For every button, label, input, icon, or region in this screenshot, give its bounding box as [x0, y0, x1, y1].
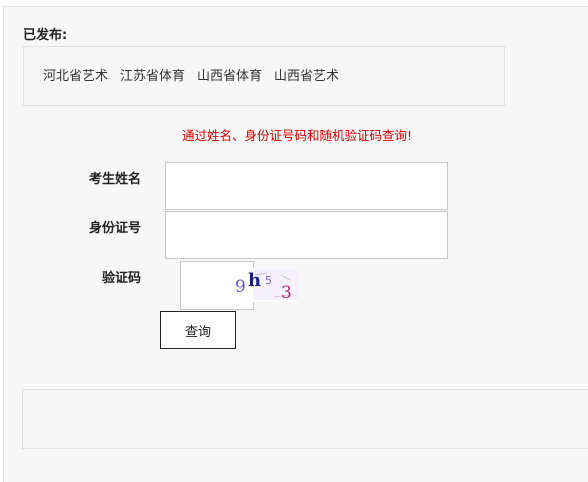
captcha-image[interactable]: 9 h 5 3 — [226, 268, 298, 302]
id-number-label: 身份证号 — [89, 221, 142, 236]
captcha-label: 验证码 — [102, 271, 142, 286]
published-list-box: 河北省艺术 江苏省体育 山西省体育 山西省艺术 — [23, 46, 505, 106]
name-label: 考生姓名 — [89, 172, 142, 187]
published-item-hebei-art[interactable]: 河北省艺术 — [43, 69, 108, 85]
query-notice: 通过姓名、身份证号码和随机验证码查询! — [182, 128, 413, 143]
published-heading: 已发布: — [23, 28, 68, 43]
result-box — [22, 389, 588, 449]
captcha-char: 5 — [265, 274, 272, 287]
name-input[interactable] — [165, 162, 448, 210]
captcha-char: 3 — [281, 283, 292, 302]
published-list: 河北省艺术 江苏省体育 山西省体育 山西省艺术 — [43, 69, 339, 85]
page: 已发布: 河北省艺术 江苏省体育 山西省体育 山西省艺术 通过姓名、身份证号码和… — [0, 0, 588, 482]
captcha-char: 9 — [235, 277, 246, 297]
captcha-char: h — [248, 270, 261, 291]
id-number-input[interactable] — [165, 211, 448, 259]
published-item-jiangsu-sports[interactable]: 江苏省体育 — [120, 69, 185, 85]
published-item-shanxi-art[interactable]: 山西省艺术 — [274, 69, 339, 85]
published-item-shanxi-sports[interactable]: 山西省体育 — [197, 69, 262, 85]
query-button[interactable]: 查询 — [160, 311, 236, 349]
